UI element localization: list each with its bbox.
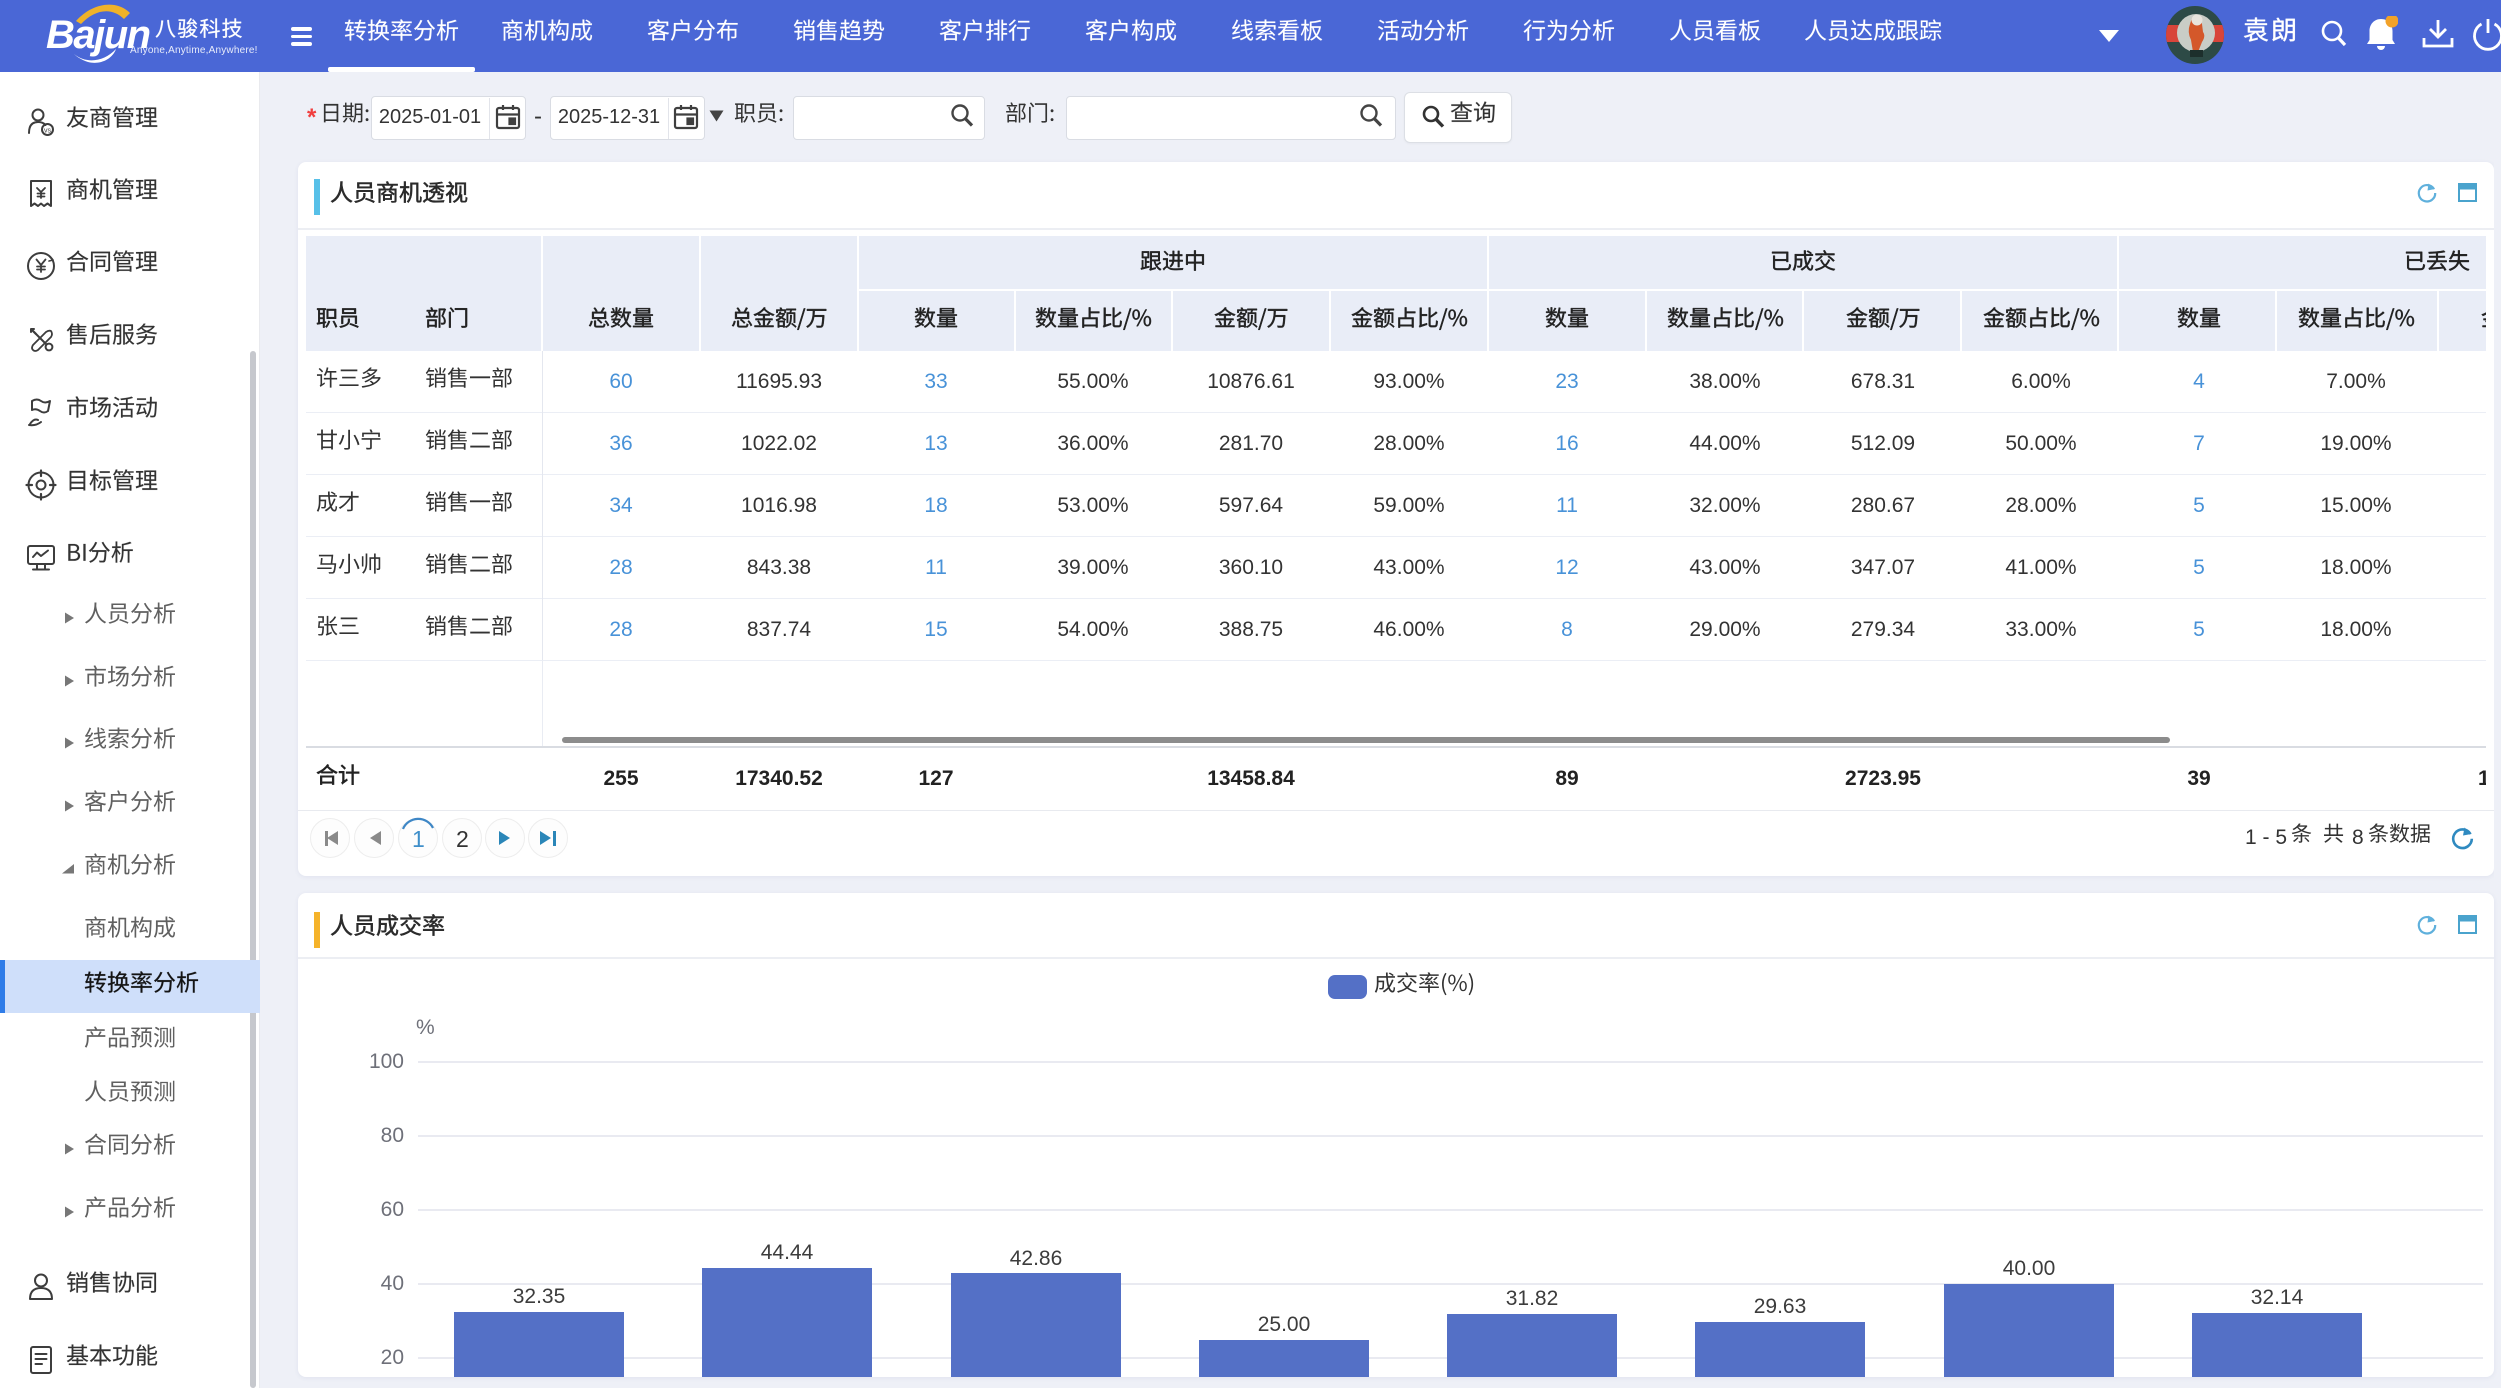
svg-text:vs: vs — [44, 128, 52, 135]
